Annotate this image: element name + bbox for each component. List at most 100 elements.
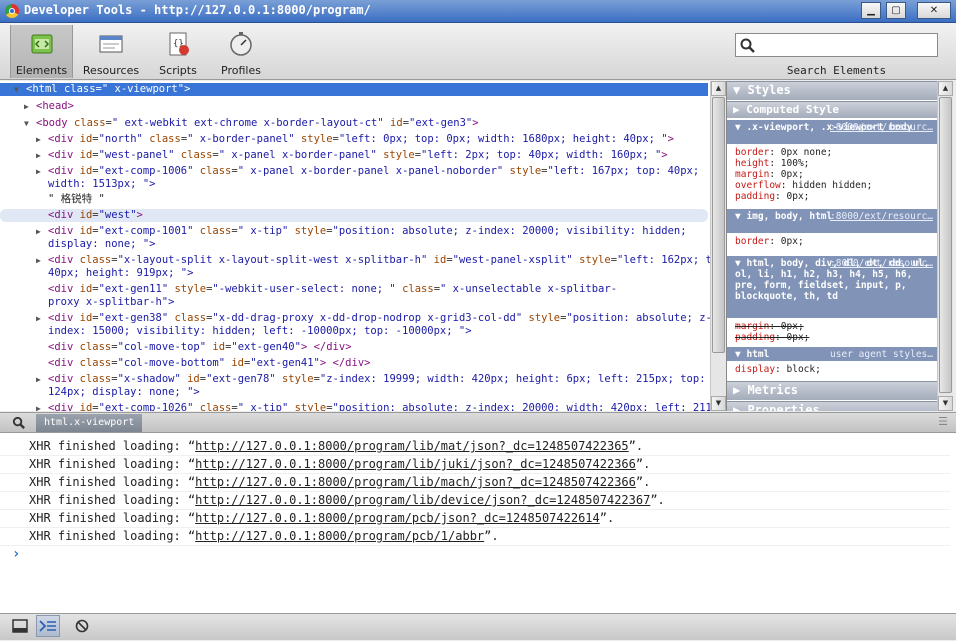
tree-node[interactable]: index: 15000; visibility: hidden; left: … <box>0 325 708 338</box>
tree-node[interactable]: ▶ <div id="north" class=" x-border-panel"… <box>0 133 708 146</box>
scripts-tab[interactable]: {} Scripts <box>150 25 206 78</box>
attr-value: "x-dd-drag-proxy x-dd-drop-nodrop x-grid… <box>212 312 523 324</box>
rule-collapse-icon[interactable]: ▼ <box>735 349 746 360</box>
message-url-link[interactable]: http://127.0.0.1:8000/program/lib/juki/j… <box>195 457 636 471</box>
attr-value: " x-tip" <box>237 402 289 411</box>
tree-node[interactable]: ▶ <div class="x-shadow" id="ext-gen78" st… <box>0 373 708 386</box>
style-property[interactable]: border: 0px none; <box>735 147 832 158</box>
breadcrumb-item[interactable]: html.x-viewport <box>36 414 143 432</box>
maximize-button[interactable]: ▢ <box>886 2 906 19</box>
disclosure-triangle-icon[interactable]: ▶ <box>36 133 46 146</box>
tree-node[interactable]: ▼ <html class=" x-viewport"> <box>0 83 708 96</box>
sidebar-scroll-up[interactable]: ▲ <box>938 81 953 96</box>
rule-source-link[interactable]: :8000/ext/resourc… <box>830 258 933 269</box>
disclosure-triangle-icon[interactable]: ▼ <box>24 117 34 130</box>
tree-node[interactable]: ▶ <div id="ext-comp-1026" class=" x-tip" … <box>0 402 710 411</box>
disclosure-triangle-icon[interactable]: ▶ <box>36 402 46 411</box>
style-property[interactable]: overflow: hidden hidden; <box>735 180 872 191</box>
rule-source-link[interactable]: :8000/ext/resourc… <box>830 211 933 222</box>
profiles-tab[interactable]: Profiles <box>212 25 270 78</box>
style-rule-selector[interactable]: ▼ .x-viewport, .x-viewport body:8000/ext… <box>727 120 937 144</box>
rule-collapse-icon[interactable]: ▼ <box>735 211 746 222</box>
tree-node[interactable]: 40px; height: 919px; "> <box>0 267 708 280</box>
style-rule-selector[interactable]: ▼ html, body, div, dl, dt, dd, ul, ol, l… <box>727 256 937 318</box>
clear-console-icon[interactable] <box>70 615 94 637</box>
tree-node[interactable]: ▶ <div id="ext-gen38" class="x-dd-drag-pr… <box>0 312 710 325</box>
style-property[interactable]: margin: 0px; <box>735 169 804 180</box>
tree-node[interactable]: width: 1513px; "> <box>0 178 708 191</box>
console-prompt[interactable]: › <box>0 545 950 563</box>
tree-node[interactable]: ▶ <div class="x-layout-split x-layout-spl… <box>0 254 710 267</box>
dock-icon[interactable] <box>8 615 32 637</box>
sidebar-scrollbar[interactable]: ▲ ▼ <box>937 81 953 411</box>
disclosure-triangle-icon[interactable]: ▼ <box>14 83 24 96</box>
computed-style-header[interactable]: ▶ Computed Style <box>727 101 937 118</box>
disclosure-triangle-icon[interactable]: ▶ <box>36 225 46 238</box>
sidebar-scroll-thumb[interactable] <box>939 97 952 393</box>
tree-node[interactable]: display: none; "> <box>0 238 708 251</box>
tree-node[interactable]: ▶ <div id="ext-comp-1006" class=" x-panel… <box>0 165 708 178</box>
tree-node[interactable]: proxy x-splitbar-h"> <box>0 296 708 309</box>
tree-node[interactable]: ▶ <head> <box>0 100 708 113</box>
properties-section-header[interactable]: ▶ Properties <box>727 401 937 411</box>
tree-node[interactable]: ▼ <body class=" ext-webkit ext-chrome x-b… <box>0 117 708 130</box>
rule-collapse-icon[interactable]: ▼ <box>735 122 746 133</box>
disclosure-triangle-icon[interactable]: ▶ <box>36 312 46 325</box>
splitter[interactable] <box>726 81 727 411</box>
tree-node[interactable]: " 格锐特 " <box>0 193 708 206</box>
elements-tree[interactable]: ▼ <html class=" x-viewport"> ▶ <head> ▼ <body… <box>0 81 710 411</box>
rule-source-link[interactable]: :8000/ext/resourc… <box>830 122 933 133</box>
tree-node[interactable]: ▶ <div id="ext-comp-1001" class=" x-tip" … <box>0 225 708 238</box>
attr-name: id <box>187 373 200 385</box>
scroll-down-button[interactable]: ▼ <box>711 396 726 411</box>
console-message: XHR finished loading: “http://127.0.0.1:… <box>0 527 950 546</box>
console-toggle-icon[interactable] <box>36 615 60 637</box>
tag-close: > <box>661 149 668 161</box>
console[interactable]: XHR finished loading: “http://127.0.0.1:… <box>0 433 956 613</box>
tree-node[interactable]: 124px; display: none; "> <box>0 386 708 399</box>
message-url-link[interactable]: http://127.0.0.1:8000/program/lib/mat/js… <box>195 439 628 453</box>
resources-tab[interactable]: Resources <box>80 25 142 78</box>
style-property[interactable]: height: 100%; <box>735 158 809 169</box>
attr-name: style <box>383 149 415 161</box>
disclosure-triangle-icon[interactable]: ▶ <box>24 100 34 113</box>
disclosure-triangle-icon[interactable]: ▶ <box>36 373 46 386</box>
style-property[interactable]: margin: 0px; <box>735 321 804 332</box>
profiles-label: Profiles <box>221 64 261 77</box>
tree-node[interactable]: <div id="west"> <box>0 209 708 222</box>
disclosure-triangle-icon[interactable]: ▶ <box>36 165 46 178</box>
style-property[interactable]: padding: 0px; <box>735 332 809 343</box>
styles-section-header[interactable]: ▼ Styles <box>727 81 937 100</box>
close-button[interactable]: ✕ <box>917 2 951 19</box>
console-search-icon[interactable] <box>12 416 26 430</box>
style-property[interactable]: display: block; <box>735 364 821 375</box>
style-property[interactable]: border: 0px; <box>735 236 804 247</box>
scroll-up-button[interactable]: ▲ <box>711 81 726 96</box>
rule-collapse-icon[interactable]: ▼ <box>735 258 746 269</box>
tag-name: <div <box>48 149 74 161</box>
disclosure-triangle-icon[interactable]: ▶ <box>36 149 46 162</box>
message-url-link[interactable]: http://127.0.0.1:8000/program/lib/device… <box>195 493 650 507</box>
tree-node[interactable]: ▶ <div id="west-panel" class=" x-panel x-… <box>0 149 708 162</box>
elements-tab[interactable]: Elements <box>10 25 73 78</box>
disclosure-triangle-icon[interactable]: ▶ <box>36 254 46 267</box>
minimize-button[interactable]: ▁ <box>861 2 881 19</box>
tree-node[interactable]: <div class="col-move-top" id="ext-gen40"… <box>0 341 708 354</box>
style-rule-selector[interactable]: ▼ img, body, html:8000/ext/resourc… <box>727 209 937 233</box>
message-url-link[interactable]: http://127.0.0.1:8000/program/pcb/json?_… <box>195 511 600 525</box>
tree-node[interactable]: <div class="col-move-bottom" id="ext-gen… <box>0 357 708 370</box>
sidebar-scroll-down[interactable]: ▼ <box>938 396 953 411</box>
computed-header-label: Computed Style <box>746 103 839 116</box>
style-property[interactable]: padding: 0px; <box>735 191 809 202</box>
resize-grip-icon[interactable]: ☰ <box>938 415 948 428</box>
message-url-link[interactable]: http://127.0.0.1:8000/program/lib/mach/j… <box>195 475 636 489</box>
rule-source-link[interactable]: user agent styles… <box>830 349 933 360</box>
search-input[interactable] <box>735 33 938 57</box>
style-rule-selector[interactable]: ▼ html user agent styles… <box>727 347 937 361</box>
message-url-link[interactable]: http://127.0.0.1:8000/program/pcb/1/abbr <box>195 529 484 543</box>
tag-name: <div <box>48 283 74 295</box>
tree-node[interactable]: <div id="ext-gen11" style="-webkit-user-… <box>0 283 708 296</box>
metrics-section-header[interactable]: ▶ Metrics <box>727 381 937 400</box>
scroll-thumb[interactable] <box>712 97 725 353</box>
tree-scrollbar[interactable]: ▲ ▼ <box>710 81 726 411</box>
